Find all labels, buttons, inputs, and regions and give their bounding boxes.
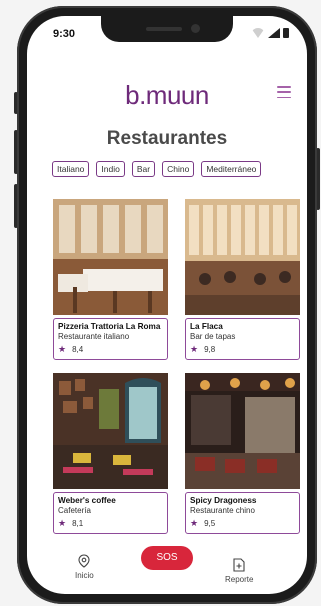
star-icon: ★ (190, 344, 199, 354)
restaurant-info: Spicy Dragoness Restaurante chino ★ 9,5 (185, 492, 300, 534)
rating-value: 9,8 (204, 345, 216, 354)
star-icon: ★ (190, 518, 199, 528)
restaurant-rating: ★ 9,5 (190, 518, 295, 529)
filter-chip-chino[interactable]: Chino (162, 161, 195, 177)
battery-icon (283, 28, 289, 38)
nav-home-label: Inicio (75, 571, 94, 580)
sos-button[interactable]: SOS (141, 546, 193, 570)
rating-value: 8,1 (72, 519, 84, 528)
device-mockup: 9:30 b.muun Restaurantes Italiano Indio … (0, 0, 321, 606)
restaurant-card[interactable]: Pizzeria Trattoria La Roma Restaurante i… (53, 199, 168, 360)
notch (101, 16, 233, 42)
restaurant-info: Pizzeria Trattoria La Roma Restaurante i… (53, 318, 168, 360)
add-document-icon (233, 558, 245, 572)
star-icon: ★ (58, 518, 67, 528)
filter-chips: Italiano Indio Bar Chino Mediterráneo (52, 161, 302, 177)
restaurant-card[interactable]: Spicy Dragoness Restaurante chino ★ 9,5 (185, 373, 300, 534)
wifi-icon (251, 28, 265, 38)
restaurant-info: Weber's coffee Cafetería ★ 8,1 (53, 492, 168, 534)
restaurant-type: Restaurante italiano (58, 332, 130, 341)
restaurant-photo (53, 373, 168, 489)
status-time: 9:30 (53, 28, 76, 40)
nav-report[interactable]: Reporte (225, 558, 253, 584)
restaurant-rating: ★ 8,1 (58, 518, 163, 529)
signal-icon (268, 28, 280, 38)
nav-report-label: Reporte (225, 575, 254, 584)
rating-value: 9,5 (204, 519, 216, 528)
restaurant-type: Restaurante chino (190, 506, 255, 515)
app-screen: 9:30 b.muun Restaurantes Italiano Indio … (27, 16, 307, 594)
restaurant-card[interactable]: La Flaca Bar de tapas ★ 9,8 (185, 199, 300, 360)
filter-chip-mediterraneo[interactable]: Mediterráneo (201, 161, 262, 177)
restaurant-name: La Flaca (190, 322, 223, 331)
system-icons (251, 28, 289, 38)
phone-frame: 9:30 b.muun Restaurantes Italiano Indio … (17, 6, 317, 604)
filter-chip-italiano[interactable]: Italiano (52, 161, 90, 177)
restaurant-rating: ★ 8,4 (58, 344, 163, 355)
nav-home[interactable]: Inicio (75, 554, 94, 580)
restaurant-name: Spicy Dragoness (190, 496, 257, 505)
restaurant-photo (53, 199, 168, 315)
hamburger-menu-icon[interactable] (277, 86, 291, 98)
restaurant-name: Pizzeria Trattoria La Roma (58, 322, 161, 331)
restaurant-rating: ★ 9,8 (190, 344, 295, 355)
restaurant-type: Bar de tapas (190, 332, 236, 341)
bottom-nav: Inicio SOS Reporte (27, 536, 307, 594)
restaurant-card[interactable]: Weber's coffee Cafetería ★ 8,1 (53, 373, 168, 534)
filter-chip-indio[interactable]: Indio (96, 161, 125, 177)
restaurant-name: Weber's coffee (58, 496, 116, 505)
filter-chip-bar[interactable]: Bar (131, 161, 156, 177)
rating-value: 8,4 (72, 345, 84, 354)
restaurant-info: La Flaca Bar de tapas ★ 9,8 (185, 318, 300, 360)
location-pin-icon (78, 554, 90, 568)
restaurant-photo (185, 373, 300, 489)
brand-logo: b.muun (125, 80, 209, 110)
restaurant-photo (185, 199, 300, 315)
page-title: Restaurantes (106, 128, 228, 149)
star-icon: ★ (58, 344, 67, 354)
restaurant-type: Cafetería (58, 506, 91, 515)
